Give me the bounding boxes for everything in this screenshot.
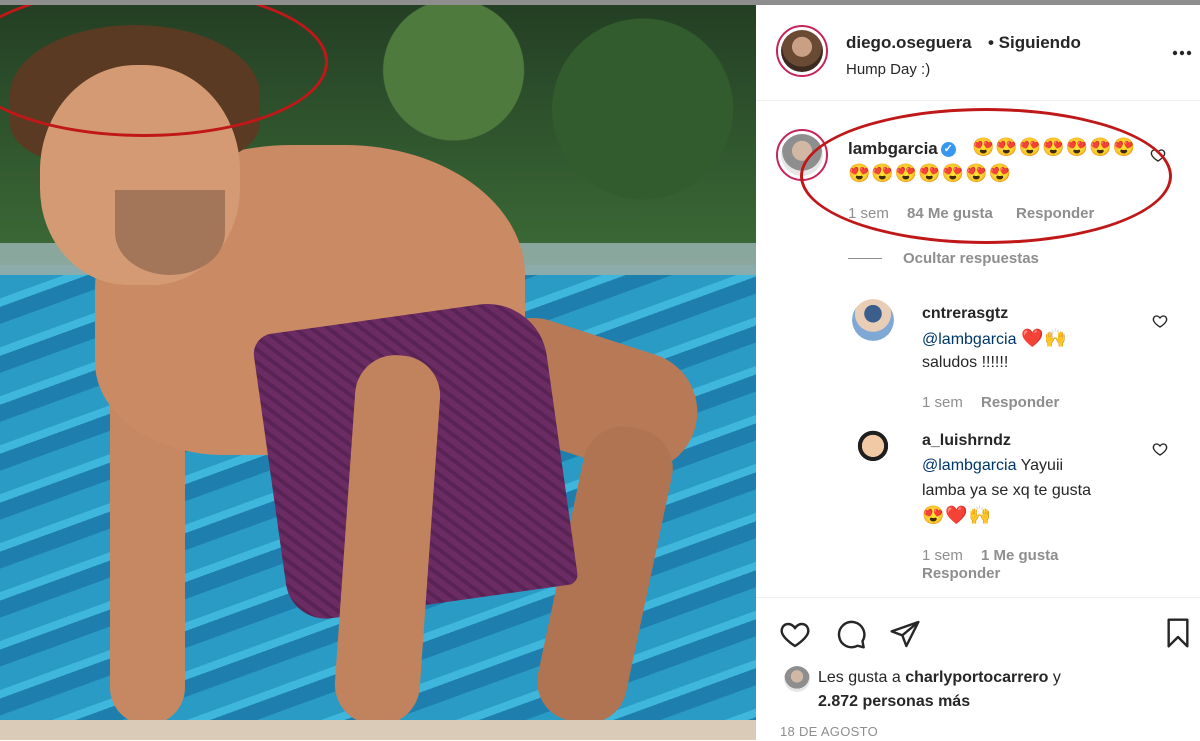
reply2-likes[interactable]: 1 Me gusta bbox=[981, 547, 1059, 564]
post-date[interactable]: 18 DE AGOSTO bbox=[780, 724, 878, 739]
likes-suffix: y bbox=[1052, 669, 1061, 686]
pool-ledge bbox=[0, 720, 756, 740]
reply1-text: saludos !!!!!! bbox=[922, 354, 1009, 371]
heart-icon[interactable] bbox=[778, 618, 812, 650]
reply2-time: 1 sem bbox=[922, 547, 963, 564]
reply1-emojis: ❤️🙌 bbox=[1020, 328, 1068, 348]
likes-prefix: Les gusta a bbox=[818, 669, 901, 686]
likes-line1: Les gusta a charlyportocarrero y bbox=[818, 669, 1061, 687]
hide-replies-button[interactable]: Ocultar respuestas bbox=[903, 250, 1039, 267]
more-options-icon[interactable] bbox=[1172, 49, 1192, 57]
red-annotation-circle-comment bbox=[800, 108, 1172, 244]
reply2-text-inline: Yayuii bbox=[1020, 457, 1064, 474]
replies-divider bbox=[848, 258, 882, 259]
reply1-like-heart-icon[interactable] bbox=[1152, 313, 1168, 329]
author-username[interactable]: diego.oseguera bbox=[846, 33, 972, 53]
author-avatar[interactable] bbox=[776, 25, 828, 77]
reply1-username[interactable]: cntrerasgtz bbox=[922, 305, 1008, 323]
reply2-reply-button[interactable]: Responder bbox=[922, 565, 1000, 582]
reply2-mention[interactable]: @lambgarcia bbox=[922, 457, 1017, 474]
liker-username[interactable]: charlyportocarrero bbox=[905, 669, 1048, 686]
post-actions: Les gusta a charlyportocarrero y 2.872 p… bbox=[756, 597, 1200, 741]
reply2-like-heart-icon[interactable] bbox=[1152, 441, 1168, 457]
comment-icon[interactable] bbox=[834, 618, 868, 650]
likes-count[interactable]: 2.872 personas más bbox=[818, 693, 970, 711]
reply2-username[interactable]: a_luishrndz bbox=[922, 432, 1011, 450]
reply1-time: 1 sem bbox=[922, 394, 963, 411]
reply2-text-line2: lamba ya se xq te gusta bbox=[922, 482, 1091, 499]
post-side-panel: diego.oseguera • Siguiendo Hump Day :) l… bbox=[756, 5, 1200, 740]
following-status[interactable]: • Siguiendo bbox=[988, 33, 1081, 53]
reply1-avatar[interactable] bbox=[852, 299, 894, 341]
beard bbox=[115, 190, 225, 275]
reply1-mention[interactable]: @lambgarcia bbox=[922, 331, 1017, 348]
reply2-emojis: 😍❤️🙌 bbox=[922, 505, 993, 525]
reply2-avatar[interactable] bbox=[852, 427, 894, 469]
post-photo[interactable] bbox=[0, 5, 756, 740]
share-icon[interactable] bbox=[888, 618, 922, 650]
post-header: diego.oseguera • Siguiendo Hump Day :) bbox=[756, 5, 1200, 101]
liker-avatar[interactable] bbox=[784, 666, 810, 692]
reply1-reply-button[interactable]: Responder bbox=[981, 394, 1059, 411]
reply2-body: @lambgarcia Yayuii bbox=[922, 457, 1063, 475]
bookmark-icon[interactable] bbox=[1162, 616, 1194, 650]
reply1-body: @lambgarcia ❤️🙌 bbox=[922, 328, 1068, 349]
post-caption: Hump Day :) bbox=[846, 61, 931, 78]
